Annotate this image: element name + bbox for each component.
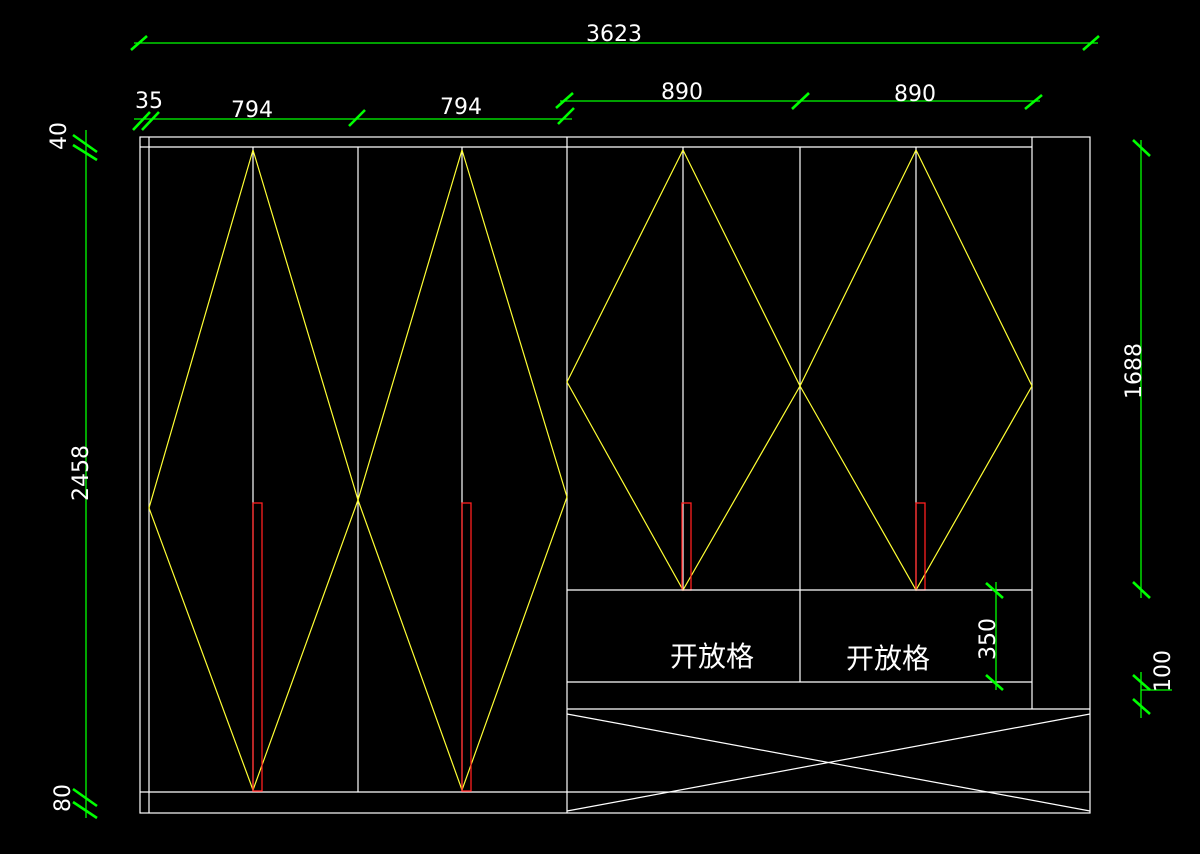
right-upper-door-1 bbox=[566, 147, 801, 682]
total-height-text: 2458 bbox=[69, 445, 94, 501]
open-shelf-height-text: 350 bbox=[976, 618, 1001, 660]
gap-height-text: 100 bbox=[1151, 650, 1176, 692]
door-handle bbox=[461, 502, 472, 792]
total-width-text: 3623 bbox=[586, 22, 642, 47]
dimension-gap-height: 100 bbox=[1132, 650, 1176, 718]
door-width-2-text: 794 bbox=[440, 95, 482, 120]
dimension-heights-left: 40 2458 80 bbox=[47, 122, 98, 820]
left-door-2 bbox=[357, 147, 568, 792]
dimension-door-widths-right: 890 890 bbox=[555, 80, 1043, 111]
open-shelf-section: 开放格 开放格 bbox=[567, 589, 1090, 710]
dimension-total-width: 3623 bbox=[130, 22, 1100, 51]
door-handle bbox=[252, 502, 263, 792]
open-shelf-label-2: 开放格 bbox=[846, 642, 930, 675]
open-shelf-label-1: 开放格 bbox=[670, 640, 754, 673]
side-panel-width-text: 35 bbox=[135, 89, 163, 114]
lower-drawer bbox=[566, 713, 1091, 812]
door-width-4-text: 890 bbox=[894, 82, 936, 107]
wardrobe-outline bbox=[139, 136, 1091, 814]
dimension-door-widths-left: 35 794 794 bbox=[132, 89, 575, 131]
door-width-3-text: 890 bbox=[661, 80, 703, 105]
door-width-1-text: 794 bbox=[231, 98, 273, 123]
left-door-1 bbox=[148, 147, 359, 792]
wardrobe-elevation-drawing: 开放格 开放格 3623 35 794 794 890 890 40 2458 … bbox=[47, 22, 1176, 820]
top-height-text: 40 bbox=[47, 122, 72, 150]
right-upper-door-2 bbox=[799, 147, 1033, 592]
bottom-height-text: 80 bbox=[51, 784, 76, 812]
dimension-upper-cabinet-height: 1688 bbox=[1122, 139, 1151, 599]
dimension-open-shelf-height: 350 bbox=[976, 582, 1004, 691]
upper-cabinet-height-text: 1688 bbox=[1122, 343, 1147, 399]
